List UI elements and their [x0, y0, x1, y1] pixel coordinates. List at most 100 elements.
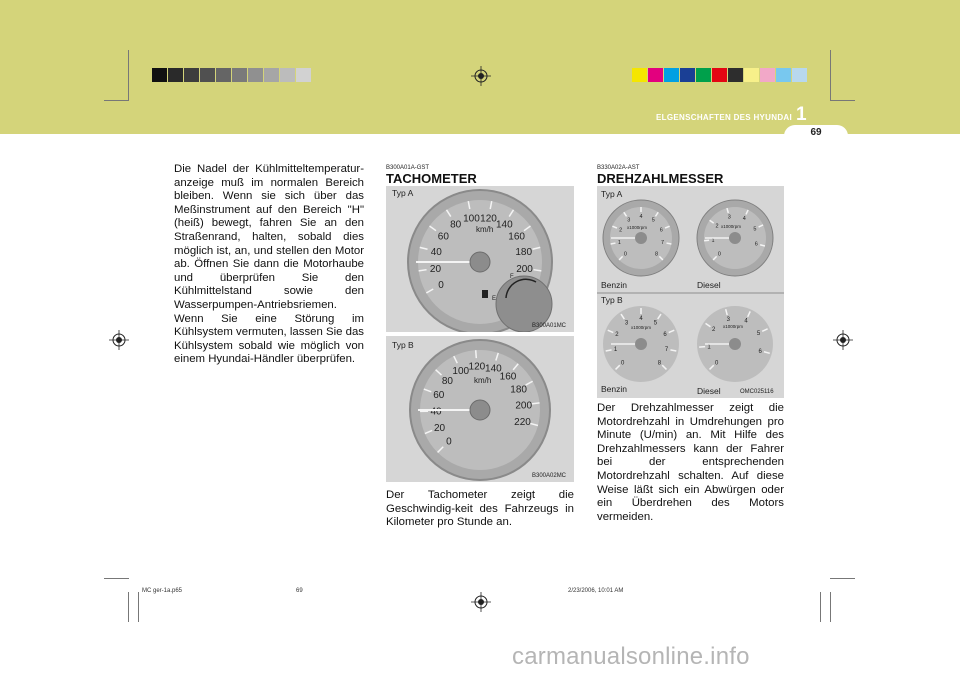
registration-mark-icon: [833, 330, 853, 350]
tachometer-typ-b-figure: 0 20 40 60 80 100 120 140 160 180 200 220 km/h Typ …: [386, 336, 574, 482]
section-heading-tachometer: TACHOMETER: [386, 171, 477, 186]
figure-label-typ-a: Typ A: [392, 188, 414, 198]
rpm-label-typ-a: Typ A: [601, 189, 623, 199]
crop-mark: [830, 100, 855, 101]
rpm-label-benzin-b: Benzin: [601, 384, 627, 394]
color-swatch: [280, 68, 295, 82]
rpm-unit-b1: x1000rpm: [631, 325, 651, 330]
gauge-tick-label: 3: [728, 215, 731, 221]
speed-unit-b: km/h: [474, 376, 491, 385]
speedometer-b-gauge: 020406080100 120 140160180200220 km/h: [409, 339, 551, 481]
color-swatch: [648, 68, 663, 82]
process-color-bar: [632, 68, 808, 82]
crop-mark: [830, 578, 855, 579]
color-swatch: [744, 68, 759, 82]
gauge-tick-label: 6: [660, 228, 663, 234]
gauge-tick-label: 20: [434, 423, 446, 434]
color-swatch: [712, 68, 727, 82]
color-swatch: [792, 68, 807, 82]
gauge-tick-label: 20: [430, 264, 442, 275]
registration-mark-icon: [471, 592, 491, 612]
color-swatch: [168, 68, 183, 82]
gauge-tick-label: 6: [755, 242, 758, 248]
gauge-tick-label: 80: [442, 376, 454, 387]
color-swatch: [760, 68, 775, 82]
gauge-tick-label: 140: [496, 220, 513, 231]
fuel-pump-icon: [482, 290, 488, 298]
registration-mark-icon: [471, 66, 491, 86]
tachometer-typ-a-figure: 020406080100120140160180200220 km/h E F …: [386, 186, 574, 335]
gauge-tick: [474, 350, 478, 359]
rpm-gauge-a-diesel: 0123 456 x1000rpm: [696, 199, 774, 277]
gauge-tick-label: 220: [514, 417, 531, 428]
fuel-mark-e: E: [492, 296, 496, 302]
gauge-tick-label: 180: [515, 247, 532, 258]
gauge-tick: [699, 345, 706, 348]
crop-mark: [128, 50, 129, 100]
gauge-tick-label: 40: [430, 407, 442, 418]
tachometer-paragraph: Der Tachometer zeigt die Geschwindig-kei…: [386, 489, 574, 529]
rpm-figure: 012345678 x1000rpm 0123456 x1000rpm 0123…: [597, 186, 784, 398]
crop-mark: [128, 592, 129, 622]
coolant-paragraph: Die Nadel der Kühlmitteltemperatur-anzei…: [174, 163, 364, 366]
gauge-tick-label: 160: [508, 231, 525, 242]
color-swatch: [264, 68, 279, 82]
rpm-unit-a2: x1000rpm: [721, 224, 741, 229]
image-code-rpm: OMC025116: [740, 389, 774, 395]
watermark: carmanualsonline.info: [512, 643, 750, 670]
gauge-tick-label: 120: [480, 213, 497, 224]
color-swatch: [216, 68, 231, 82]
rpm-label-diesel-a: Diesel: [697, 280, 721, 290]
gauge-tick-label: 1: [618, 240, 621, 246]
rpm-unit-a1: x1000rpm: [627, 225, 647, 230]
gauge-tick-label: 200: [516, 264, 533, 275]
gauge-tick: [531, 402, 540, 405]
gauge-tick-label: 2: [715, 223, 718, 229]
rpm-label-typ-b: Typ B: [601, 295, 623, 305]
color-swatch: [696, 68, 711, 82]
chapter-number: 1: [796, 104, 807, 125]
rpm-gauge-b-diesel: 0123 456 x1000rpm: [697, 306, 773, 382]
gauge-tick-label: 100: [452, 366, 469, 377]
gauge-tick-label: 3: [627, 218, 630, 224]
gauge-tick-label: 80: [450, 220, 462, 231]
gauge-tick-label: 4: [743, 216, 746, 222]
gauge-tick-label: 7: [661, 240, 664, 246]
section-heading-drehzahlmesser: DREHZAHLMESSER: [597, 171, 724, 186]
gauge-tick-label: 100: [463, 213, 480, 224]
gauge-tick-label: 120: [469, 362, 486, 373]
color-swatch: [184, 68, 199, 82]
rpm-paragraph: Der Drehzahlmesser zeigt die Motordrehza…: [597, 402, 784, 523]
rpm-gauge-b-benzin: 012345678 x1000rpm: [603, 306, 679, 382]
color-swatch: [232, 68, 247, 82]
rpm-unit-b2: x1000rpm: [723, 324, 743, 329]
color-swatch: [200, 68, 215, 82]
color-swatch: [632, 68, 647, 82]
color-swatch: [776, 68, 791, 82]
figure-label-typ-b: Typ B: [392, 340, 414, 350]
footer-page: 69: [296, 588, 303, 594]
gauge-tick-label: 60: [433, 390, 445, 401]
crop-mark: [820, 592, 821, 622]
footer-file: MC ger-1a.p65: [142, 588, 183, 594]
color-swatch: [680, 68, 695, 82]
rpm-label-benzin-a: Benzin: [601, 280, 627, 290]
gauge-tick-label: 0: [624, 251, 627, 257]
tachometer-gauges: 012345678 x1000rpm 0123 456 x1000rpm 0123…: [597, 199, 784, 382]
gauge-tick: [610, 242, 616, 245]
crop-mark: [104, 578, 129, 579]
gauge-tick-label: 8: [655, 251, 658, 257]
gauge-tick-label: 160: [500, 372, 517, 383]
gauge-tick-label: 2: [619, 228, 622, 234]
gauge-tick-label: 40: [431, 247, 443, 258]
page-number: 69: [810, 127, 822, 138]
rpm-gauge-a-benzin: 01 23 4 56 78 x1000rpm: [602, 199, 680, 277]
gauge-tick-label: 4: [639, 214, 642, 220]
gauge-tick-label: 180: [510, 384, 527, 395]
image-code-a: B300A01MC: [532, 323, 567, 329]
fuel-mark-f: F: [510, 274, 514, 280]
gauge-tick-label: 5: [652, 218, 655, 224]
crop-mark: [830, 50, 831, 100]
gauge-tick-label: 200: [515, 400, 532, 411]
color-swatch: [248, 68, 263, 82]
